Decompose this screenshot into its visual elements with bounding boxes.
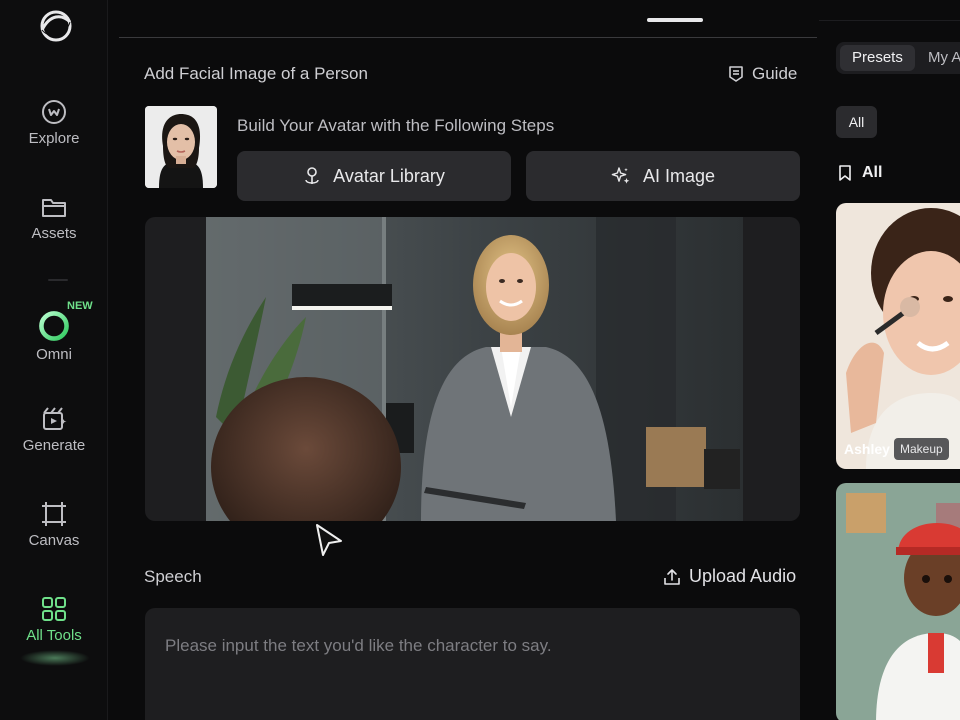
facial-image-title: Add Facial Image of a Person — [144, 64, 368, 83]
app-logo-icon[interactable] — [36, 6, 76, 46]
drag-handle[interactable] — [647, 18, 703, 22]
avatar-card-image — [836, 203, 960, 469]
folder-icon — [42, 199, 66, 217]
guide-button[interactable]: Guide — [728, 64, 797, 84]
avatar-library-label: Avatar Library — [333, 165, 445, 186]
guide-icon — [729, 66, 743, 82]
sidebar-item-label: Canvas — [28, 532, 80, 549]
upload-audio-button[interactable]: Upload Audio — [663, 566, 796, 587]
sidebar-item-explore[interactable]: Explore — [0, 98, 108, 147]
ai-image-label: AI Image — [642, 165, 716, 186]
explore-icon — [42, 100, 66, 124]
steps-title: Build Your Avatar with the Following Ste… — [237, 116, 555, 135]
avatar-card-image — [836, 483, 960, 720]
guide-label: Guide — [752, 64, 798, 83]
filter-chip-all[interactable]: All — [836, 106, 877, 138]
sidebar-divider — [48, 279, 68, 281]
ai-image-button[interactable]: AI Image — [526, 151, 800, 201]
generate-icon — [43, 407, 67, 430]
sidebar-item-generate[interactable]: Generate — [0, 405, 108, 454]
sidebar-item-all-tools[interactable]: All Tools — [0, 595, 108, 644]
upload-audio-label: Upload Audio — [689, 566, 797, 586]
sidebar-item-assets[interactable]: Assets — [0, 193, 108, 242]
avatar-pin-icon — [305, 167, 319, 184]
active-glow — [20, 650, 90, 666]
avatar-card-child[interactable] — [836, 483, 960, 720]
sidebar-item-label: Omni — [36, 346, 72, 363]
header-divider — [119, 37, 817, 38]
avatar-tag: Makeup — [894, 438, 949, 460]
tab-label: My A — [928, 49, 960, 66]
avatar-name: Ashley — [844, 441, 890, 457]
sparkle-icon — [611, 167, 630, 184]
right-header-divider — [819, 20, 960, 21]
tab-label: Presets — [852, 49, 903, 66]
tab-presets[interactable]: Presets — [840, 45, 915, 71]
sidebar-item-label: Generate — [22, 437, 86, 454]
sidebar-item-omni[interactable]: Omni — [0, 310, 108, 363]
grid-icon — [42, 597, 66, 621]
main-panel: Add Facial Image of a Person Guide Build… — [119, 0, 819, 720]
upload-icon — [664, 568, 680, 585]
mouse-cursor-icon — [316, 524, 342, 556]
omni-ring-icon — [39, 311, 69, 341]
sidebar-item-canvas[interactable]: Canvas — [0, 500, 108, 549]
left-sidebar: Explore Assets NEW Omni Generate Canvas … — [0, 0, 108, 720]
speech-title: Speech — [144, 567, 202, 586]
sidebar-item-label: Assets — [31, 225, 77, 242]
sidebar-item-label: Explore — [28, 130, 80, 147]
speech-text-input[interactable] — [145, 608, 800, 720]
right-panel: Presets My A All All Ashley Makeup — [819, 0, 960, 720]
canvas-icon — [42, 502, 66, 526]
bookmark-icon — [839, 165, 851, 181]
preset-tabs: Presets My A — [836, 42, 960, 74]
avatar-card-ashley[interactable]: Ashley Makeup — [836, 203, 960, 469]
face-thumbnail[interactable] — [145, 106, 217, 188]
sidebar-item-label: All Tools — [26, 627, 82, 644]
tab-my-avatars[interactable]: My A — [916, 45, 960, 71]
avatar-library-button[interactable]: Avatar Library — [237, 151, 511, 201]
face-photo — [145, 106, 217, 188]
category-title: All — [838, 164, 882, 182]
category-label: All — [862, 164, 883, 181]
video-preview[interactable] — [145, 217, 800, 521]
preview-image — [206, 217, 743, 521]
